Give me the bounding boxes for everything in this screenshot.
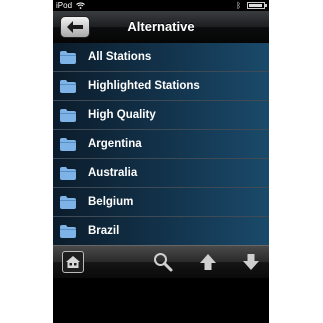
folder-icon — [60, 225, 76, 238]
navigation-bar: Alternative — [53, 11, 269, 44]
folder-icon — [60, 80, 76, 93]
folder-icon — [60, 51, 76, 64]
move-up-button[interactable] — [197, 251, 219, 273]
list-item-label: Argentina — [88, 138, 142, 150]
list-item-highlighted-stations[interactable]: Highlighted Stations — [53, 72, 269, 101]
list-item-label: High Quality — [88, 109, 156, 121]
folder-icon — [60, 138, 76, 151]
home-button[interactable] — [62, 251, 84, 273]
folder-icon — [60, 109, 76, 122]
list-item-label: Belgium — [88, 196, 134, 208]
list-item-label: Australia — [88, 167, 138, 179]
list-item-high-quality[interactable]: High Quality — [53, 101, 269, 130]
home-icon — [66, 256, 80, 268]
list-item-brazil[interactable]: Brazil — [53, 217, 269, 246]
phone-screen: iPod ᛒ Alternative All Stations Highligh… — [53, 0, 269, 323]
list-item-label: Highlighted Stations — [88, 80, 200, 92]
bluetooth-icon: ᛒ — [236, 1, 241, 10]
search-icon — [154, 253, 173, 272]
bottom-toolbar — [53, 245, 269, 278]
folder-icon — [60, 167, 76, 180]
carrier-label: iPod — [56, 1, 73, 10]
arrow-down-icon — [243, 254, 259, 270]
folder-icon — [60, 196, 76, 209]
arrow-left-icon — [67, 21, 83, 33]
list-item-belgium[interactable]: Belgium — [53, 188, 269, 217]
list-item-australia[interactable]: Australia — [53, 159, 269, 188]
arrow-up-icon — [200, 254, 216, 270]
back-button[interactable] — [60, 16, 90, 38]
list-item-all-stations[interactable]: All Stations — [53, 43, 269, 72]
list-item-label: All Stations — [88, 51, 152, 63]
move-down-button[interactable] — [240, 251, 262, 273]
battery-icon — [247, 2, 267, 9]
page-title: Alternative — [127, 19, 195, 34]
list-item-label: Brazil — [88, 225, 120, 237]
empty-footer-area — [53, 278, 269, 323]
station-list: All Stations Highlighted Stations High Q… — [53, 43, 269, 246]
status-bar: iPod ᛒ — [53, 0, 269, 11]
wifi-icon — [76, 2, 85, 9]
list-item-argentina[interactable]: Argentina — [53, 130, 269, 159]
search-button[interactable] — [152, 251, 174, 273]
